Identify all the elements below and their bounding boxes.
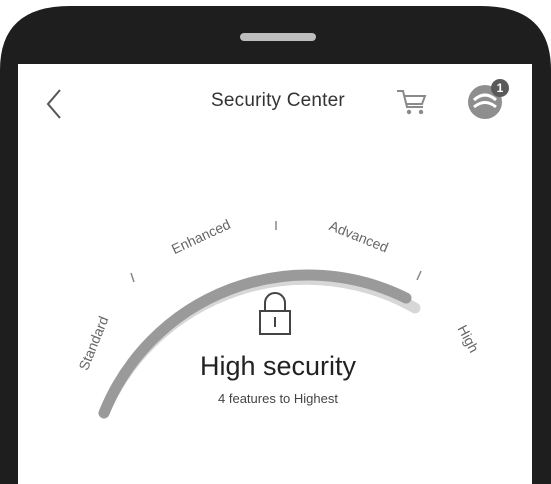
- level-label-high: High: [455, 322, 483, 355]
- lock-icon: [259, 292, 291, 335]
- gauge-tick: [130, 272, 135, 283]
- security-status-subtitle: 4 features to Highest: [218, 391, 338, 406]
- level-label-advanced: Advanced: [327, 217, 391, 255]
- level-label-enhanced: Enhanced: [169, 216, 233, 257]
- level-label-standard: Standard: [75, 314, 111, 373]
- phone-stage: Security Center 1 Standard Enhanced Adva…: [0, 0, 551, 484]
- security-status-title: High security: [199, 351, 357, 381]
- gauge-tick: [416, 270, 422, 281]
- security-gauge: Standard Enhanced Advanced High: [75, 216, 483, 419]
